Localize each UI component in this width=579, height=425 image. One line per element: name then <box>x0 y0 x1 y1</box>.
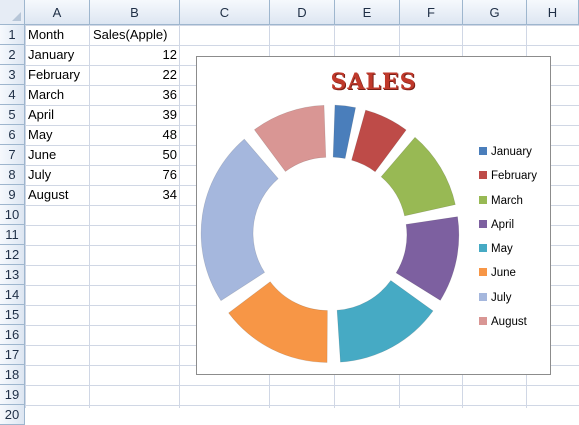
cell-sales-value[interactable]: 39 <box>90 105 180 125</box>
cell-sales-value[interactable]: 76 <box>90 165 180 185</box>
legend-label: May <box>491 243 513 256</box>
row-header-11[interactable]: 11 <box>0 225 25 245</box>
row-header-8[interactable]: 8 <box>0 165 25 185</box>
legend-swatch <box>479 268 487 277</box>
row-header-6[interactable]: 6 <box>0 125 25 145</box>
select-all-corner[interactable] <box>0 0 25 25</box>
column-header-b[interactable]: B <box>90 0 180 25</box>
cell-month[interactable]: May <box>25 125 90 145</box>
row-header-2[interactable]: 2 <box>0 45 25 65</box>
doughnut-slice-april[interactable] <box>395 216 460 301</box>
row-header-15[interactable]: 15 <box>0 305 25 325</box>
legend-label: June <box>491 267 516 280</box>
row-header-7[interactable]: 7 <box>0 145 25 165</box>
column-header-h[interactable]: H <box>527 0 579 25</box>
cell-sales-value[interactable]: 34 <box>90 185 180 205</box>
row-header-18[interactable]: 18 <box>0 365 25 385</box>
row-header-4[interactable]: 4 <box>0 85 25 105</box>
row-header-13[interactable]: 13 <box>0 265 25 285</box>
cell-month[interactable]: June <box>25 145 90 165</box>
legend-label: August <box>491 316 527 329</box>
row-header-9[interactable]: 9 <box>0 185 25 205</box>
legend-label: April <box>491 218 515 231</box>
column-header-f[interactable]: F <box>400 0 463 25</box>
column-header-g[interactable]: G <box>463 0 527 25</box>
cell-sales-value[interactable]: 48 <box>90 125 180 145</box>
legend-swatch <box>479 195 487 204</box>
legend-label: February <box>491 170 538 183</box>
row-header-14[interactable]: 14 <box>0 285 25 305</box>
legend-label: March <box>491 194 523 207</box>
doughnut-slice-january[interactable] <box>332 104 356 159</box>
cell-month[interactable]: February <box>25 65 90 85</box>
cell-month[interactable]: March <box>25 85 90 105</box>
row-header-3[interactable]: 3 <box>0 65 25 85</box>
cell-month[interactable]: April <box>25 105 90 125</box>
sales-chart[interactable]: SALES January February March April May June Ju… <box>196 56 551 375</box>
doughnut-slice-august[interactable] <box>253 105 327 172</box>
row-header-16[interactable]: 16 <box>0 325 25 345</box>
row-header-20[interactable]: 20 <box>0 405 25 425</box>
column-header-a[interactable]: A <box>25 0 90 25</box>
cell-sales-value[interactable]: 22 <box>90 65 180 85</box>
column-header-d[interactable]: D <box>270 0 335 25</box>
cell-sales-value[interactable]: 36 <box>90 85 180 105</box>
row-header-10[interactable]: 10 <box>0 205 25 225</box>
cell-month[interactable]: August <box>25 185 90 205</box>
cell-month[interactable]: January <box>25 45 90 65</box>
column-header-e[interactable]: E <box>335 0 400 25</box>
legend-label: July <box>491 291 512 304</box>
cell-b1-sales-header[interactable]: Sales(Apple) <box>90 25 180 45</box>
doughnut-slice-june[interactable] <box>228 281 328 363</box>
row-header-1[interactable]: 1 <box>0 25 25 45</box>
doughnut-slice-may[interactable] <box>336 280 434 363</box>
legend-swatch <box>479 147 487 155</box>
row-header-19[interactable]: 19 <box>0 385 25 405</box>
legend-swatch <box>479 171 487 180</box>
legend-swatch <box>479 219 487 228</box>
cell-sales-value[interactable]: 50 <box>90 145 180 165</box>
cell-sales-value[interactable]: 12 <box>90 45 180 65</box>
row-header-12[interactable]: 12 <box>0 245 25 265</box>
doughnut-slice-july[interactable] <box>200 138 279 302</box>
row-header-17[interactable]: 17 <box>0 345 25 365</box>
legend-label: January <box>491 146 532 158</box>
legend-swatch <box>479 244 487 253</box>
cell-month[interactable]: July <box>25 165 90 185</box>
legend-swatch <box>479 317 487 326</box>
row-header-5[interactable]: 5 <box>0 105 25 125</box>
legend-swatch <box>479 292 487 301</box>
column-header-c[interactable]: C <box>180 0 270 25</box>
cell-a1-month-header[interactable]: Month <box>25 25 90 45</box>
